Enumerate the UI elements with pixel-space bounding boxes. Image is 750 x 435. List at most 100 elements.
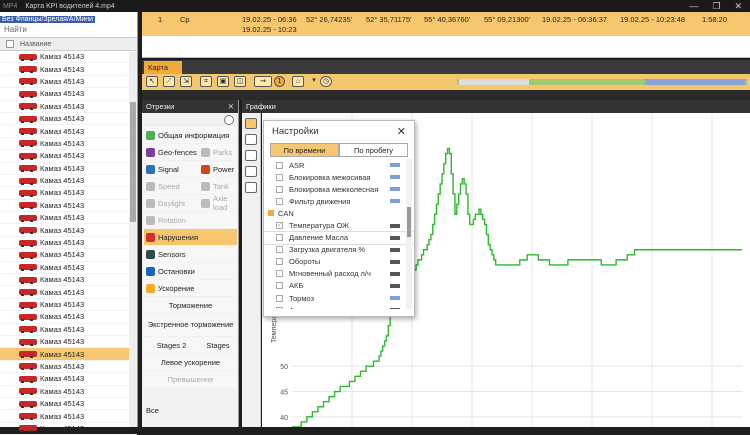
list-item[interactable]: Камаз 45143 [0,224,137,237]
list-item[interactable]: Камаз 45143 [0,125,137,138]
sensor-item[interactable]: Фильтр движения [264,195,414,207]
dropdown-chevron-icon[interactable]: ▾ [308,76,320,87]
list-item[interactable]: Камаз 45143 [0,311,137,324]
sensor-checkbox[interactable] [276,197,283,205]
list-item[interactable]: Камаз 45143 [0,386,137,398]
sensor-list-scrollbar[interactable] [406,159,412,309]
measure-tool-icon[interactable]: ⇲ [180,76,192,87]
close-icon[interactable]: ✕ [228,102,234,111]
segment-button[interactable]: Geo-fences [144,144,199,160]
close-window-button[interactable]: ✕ [734,1,742,12]
segment-button[interactable]: Торможение [144,297,237,313]
list-item[interactable]: Камаз 45143 [0,150,137,163]
select-tool-icon[interactable]: ↖ [146,76,158,87]
list-item[interactable]: Камаз 45143 [0,410,137,423]
sensor-checkbox[interactable] [276,306,283,309]
tag-icon[interactable] [245,134,257,145]
list-item[interactable]: Камаз 45143 [0,63,137,76]
list-item[interactable]: Камаз 45143 [0,286,137,299]
sensor-item[interactable]: АКБ [264,280,414,292]
sensor-item[interactable]: Блокировка межосивая [264,171,414,183]
gear-icon[interactable] [224,115,234,125]
segment-button[interactable]: Экстренное торможение [144,314,237,336]
list-item[interactable]: Камаз 45143 [0,76,137,89]
sensor-item[interactable]: Блокировка межколесная [264,183,414,195]
sensor-checkbox[interactable] [276,173,283,181]
list-item[interactable]: Камаз 45143 [0,101,137,113]
segment-button[interactable]: Остановки [144,263,237,279]
sensor-checkbox[interactable] [276,234,283,242]
segment-button[interactable]: Ускорение [144,280,237,296]
list-item[interactable]: Камаз 45143 [0,324,137,336]
select-all-checkbox[interactable] [6,40,14,48]
list-item[interactable]: Камаз 45143 [0,423,137,435]
tag-tool-icon[interactable]: ⌂ [292,76,304,87]
layers-tool-icon[interactable]: ◫ [234,76,246,87]
list-item[interactable]: Камаз 45143 [0,163,137,175]
list-item[interactable]: Камаз 45143 [0,113,137,126]
list-item[interactable]: Камаз 45143 [0,200,137,213]
list-item[interactable]: Камаз 45143 [0,373,137,386]
segment-button[interactable]: Общая информация [144,127,237,143]
sensor-item[interactable]: Тормоз [264,292,414,304]
sensor-item[interactable]: Загрузка двигателя % [264,244,414,256]
timeline-bar[interactable] [457,79,747,85]
list-item[interactable]: Камаз 45143 [0,187,137,200]
sensor-checkbox[interactable] [276,185,283,193]
sensor-item[interactable]: ASR [264,159,414,171]
minimize-button[interactable]: — [689,1,698,12]
image-icon[interactable] [245,182,257,193]
list-item[interactable]: Камаз 45143 [0,348,137,361]
scrollbar-thumb[interactable] [407,207,411,237]
segment-button[interactable]: Превышение [144,371,237,387]
list-item[interactable]: Камаз 45143 [0,299,137,312]
image-tool-icon[interactable]: ▣ [217,76,229,87]
chart-settings-icon[interactable] [245,118,257,129]
segment-button[interactable]: Daylight [144,195,199,211]
table-row[interactable]: 1 Ср 19.02.25 - 06:36 19.02.25 - 10:23 5… [142,12,750,36]
segment-button[interactable]: Speed [144,178,199,194]
sensor-checkbox[interactable] [276,258,283,266]
sensor-checkbox[interactable]: ✓ [276,222,283,230]
segment-button[interactable]: Sensors [144,246,237,262]
list-item[interactable]: Камаз 45143 [0,51,137,64]
list-item[interactable]: Камаз 45143 [0,274,137,287]
segments-all[interactable]: Все [146,406,159,415]
list-item[interactable]: Камаз 45143 [0,175,137,188]
list-item[interactable]: Камаз 45143 [0,88,137,101]
close-popup-icon[interactable]: ✕ [397,125,406,138]
tab-by-time[interactable]: По времени [270,143,339,157]
list-item[interactable]: Камаз 45143 [0,262,137,275]
list-item[interactable]: Камаз 45143 [0,336,137,349]
vehicle-search-input[interactable]: Найти [4,25,27,34]
zoom-icon[interactable] [245,150,257,161]
sensor-item[interactable]: Обороты [264,256,414,268]
list-item[interactable]: Камаз 45143 [0,237,137,250]
vehicle-list-scrollbar[interactable] [129,52,137,427]
list-item[interactable]: Камаз 45143 [0,398,137,411]
segment-button[interactable]: Axle load [199,194,237,212]
list-item[interactable]: Камаз 45143 [0,249,137,262]
segment-button[interactable]: Parks [199,144,237,160]
sensor-checkbox[interactable] [276,294,283,302]
column-name-header[interactable]: Название [20,41,51,48]
scrollbar-thumb[interactable] [130,102,136,222]
sensor-category[interactable]: CAN [264,207,414,219]
sensor-item[interactable]: Акселератор [264,304,414,309]
segment-button[interactable]: Rotation [144,212,237,228]
list-item[interactable]: Камаз 45143 [0,212,137,225]
segment-button[interactable]: Stages [199,337,237,353]
segment-button[interactable]: Signal [144,161,199,177]
sensor-item[interactable]: Давление Масла [264,230,414,245]
segment-button[interactable]: Stages 2 [144,337,199,353]
segment-button[interactable]: Tank [199,178,237,194]
segment-button[interactable]: Нарушения [144,229,237,245]
tab-by-distance[interactable]: По пробегу [339,143,408,157]
sensor-item[interactable]: ✓ Температура ОЖ [264,219,414,231]
maximize-button[interactable]: ❐ [712,1,720,12]
badge-icon[interactable]: 1 [274,76,285,87]
segment-button[interactable]: Power [199,161,237,177]
segment-button[interactable]: Левое ускорение [144,354,237,370]
list-icon[interactable] [245,166,257,177]
track-tool-icon[interactable]: ⇝ [254,76,272,87]
